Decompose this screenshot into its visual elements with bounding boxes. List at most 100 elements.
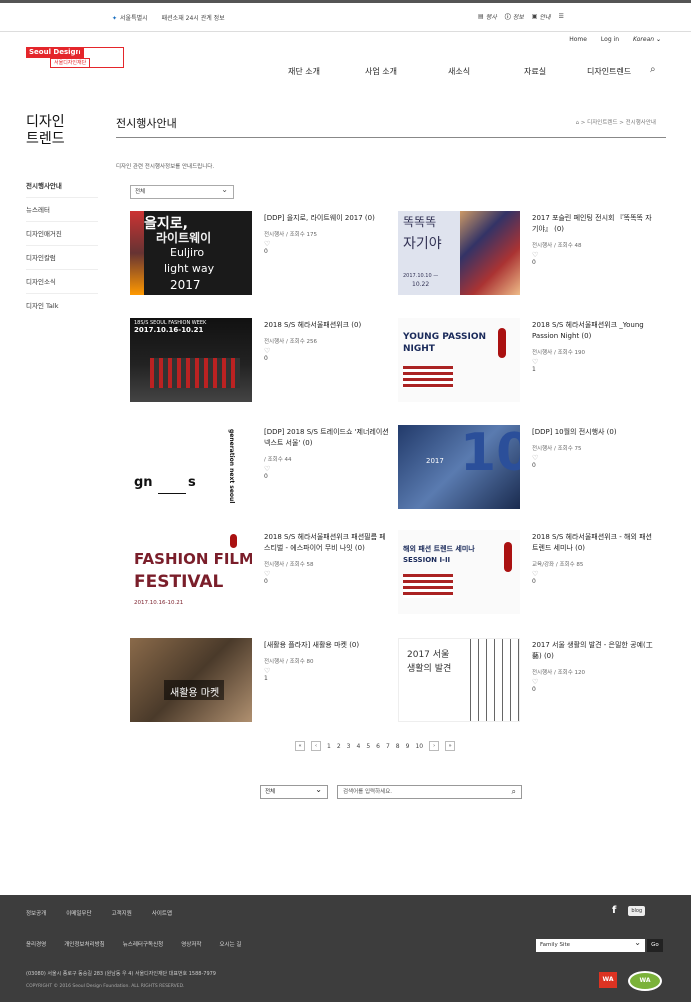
nav-foundation[interactable]: 재단 소개: [288, 66, 365, 77]
family-site-select[interactable]: Family Site: [536, 936, 645, 952]
event-thumbnail[interactable]: 똑똑똑 자기야 2017.10.10 — 10.22: [398, 211, 520, 295]
footer-link[interactable]: 고객지원: [112, 909, 132, 917]
event-card[interactable]: 10 2017 [DDP] 10월의 전시행사 (0) 전시행사 / 조회수 7…: [398, 425, 670, 521]
heart-icon[interactable]: ♡: [264, 571, 389, 578]
utility-right: ▤ 행사 ⓘ 정보 ▣ 안내 ☰: [478, 12, 564, 21]
footer-link[interactable]: 영상저작: [181, 940, 201, 948]
heart-icon[interactable]: ♡: [532, 359, 657, 366]
event-title[interactable]: [DDP] 을지로, 라이트웨이 2017 (0): [264, 213, 389, 224]
guide-shortcut[interactable]: ▣ 안내: [532, 12, 551, 21]
menu-shortcut[interactable]: ☰: [559, 12, 564, 21]
event-title[interactable]: 2018 S/S 헤라서울패션위크 - 해외 패션 트렌드 세미나 (0): [532, 532, 657, 554]
event-card[interactable]: FASHION FILM FESTIVAL 2017.10.16-10.21 2…: [130, 530, 402, 626]
event-title[interactable]: 2017 포슬린 페인팅 전시회 『똑똑똑 자기야』 (0): [532, 213, 657, 235]
footer-link[interactable]: 오시는 길: [219, 940, 241, 948]
heart-icon[interactable]: ♡: [532, 679, 657, 686]
nav-news[interactable]: 새소식: [448, 66, 524, 77]
page-link-9[interactable]: 9: [406, 743, 410, 750]
event-title[interactable]: [새활용 플라자] 새활용 마켓 (0): [264, 640, 389, 651]
last-page-button[interactable]: »: [445, 741, 456, 751]
footer-link[interactable]: 윤리경영: [26, 940, 46, 948]
poster-text: 2017: [426, 457, 444, 465]
event-thumbnail[interactable]: FASHION FILM FESTIVAL 2017.10.16-10.21: [130, 530, 252, 614]
page-link-8[interactable]: 8: [396, 743, 400, 750]
go-button[interactable]: Go: [647, 939, 663, 952]
seoul-city-link[interactable]: 서울특별시: [112, 13, 148, 22]
event-card[interactable]: YOUNG PASSION NIGHT 2018 S/S 헤라서울패션위크 _Y…: [398, 318, 670, 414]
facebook-icon[interactable]: f: [612, 905, 616, 916]
sidebar-item-exhibitions[interactable]: 전시행사안내: [26, 174, 98, 198]
event-title[interactable]: 2017 서울 생활의 발견 - 은밀한 공예(工藝) (0): [532, 640, 657, 662]
event-title[interactable]: 2018 S/S 헤라서울패션위크 패션필름 페스티벌 - 에스파이어 무비 나…: [264, 532, 389, 554]
language-select[interactable]: Korean ⌄: [633, 36, 661, 43]
page-link-3[interactable]: 3: [347, 743, 351, 750]
poster-schedule: [403, 366, 453, 388]
sidebar-item-design-talk[interactable]: 디자인 Talk: [26, 294, 98, 318]
page-link-4[interactable]: 4: [356, 743, 360, 750]
nav-archive[interactable]: 자료실: [524, 66, 587, 77]
search-input[interactable]: 검색어를 입력하세요. ⌕: [337, 785, 522, 799]
info-shortcut[interactable]: ⓘ 정보: [505, 12, 524, 21]
first-page-button[interactable]: «: [295, 741, 305, 751]
event-title[interactable]: [DDP] 10월의 전시행사 (0): [532, 427, 657, 438]
search-scope-select[interactable]: 전체: [260, 784, 328, 799]
heart-icon[interactable]: ♡: [264, 348, 389, 355]
event-thumbnail[interactable]: 18S/S SEOUL FASHION WEEK 2017.10.16-10.2…: [130, 318, 252, 402]
event-card[interactable]: 18S/S SEOUL FASHION WEEK 2017.10.16-10.2…: [130, 318, 402, 414]
event-card[interactable]: 2017 서울 생활의 발견 2017 서울 생활의 발견 - 은밀한 공예(工…: [398, 638, 670, 734]
footer-link[interactable]: 뉴스레터구독신청: [123, 940, 163, 948]
nav-design-trend[interactable]: 디자인트렌드: [587, 66, 631, 77]
like-count: 0: [264, 355, 268, 362]
event-thumbnail[interactable]: 해외 패션 트렌드 세미나 SESSION I-II: [398, 530, 520, 614]
event-card[interactable]: 을지로, 라이트웨이 Euljiro light way 2017 [DDP] …: [130, 211, 402, 307]
sidebar-item-magazine[interactable]: 디자인매거진: [26, 222, 98, 246]
page-link-5[interactable]: 5: [366, 743, 370, 750]
utility-notice-link[interactable]: 패션소재 24시 관계 정보: [162, 13, 225, 22]
event-title[interactable]: 2018 S/S 헤라서울패션위크 _Young Passion Night (…: [532, 320, 657, 342]
page-link-10[interactable]: 10: [415, 743, 423, 750]
page-link-6[interactable]: 6: [376, 743, 380, 750]
event-card[interactable]: 새활용 마켓 [새활용 플라자] 새활용 마켓 (0) 전시행사 / 조회수 8…: [130, 638, 402, 734]
footer-link[interactable]: 사이트맵: [152, 909, 172, 917]
heart-icon[interactable]: ♡: [532, 571, 657, 578]
event-thumbnail[interactable]: gn s generation next seoul: [130, 425, 252, 509]
event-thumbnail[interactable]: 새활용 마켓: [130, 638, 252, 722]
page-link-2[interactable]: 2: [337, 743, 341, 750]
heart-icon[interactable]: ♡: [264, 241, 389, 248]
event-title[interactable]: [DDP] 2018 S/S 트레이드쇼 '제너레이션 넥스트 서울' (0): [264, 427, 389, 449]
nav-business[interactable]: 사업 소개: [365, 66, 448, 77]
event-thumbnail[interactable]: 2017 서울 생활의 발견: [398, 638, 520, 722]
heart-icon[interactable]: ♡: [264, 668, 389, 675]
event-title[interactable]: 2018 S/S 헤라서울패션위크 (0): [264, 320, 389, 331]
sidebar-item-design-news[interactable]: 디자인소식: [26, 270, 98, 294]
home-link[interactable]: Home: [569, 36, 587, 43]
event-shortcut[interactable]: ▤ 행사: [478, 12, 497, 21]
prev-page-button[interactable]: ‹: [311, 741, 321, 751]
search-icon[interactable]: ⌕: [512, 786, 516, 798]
guide-icon: ▣: [531, 13, 538, 20]
heart-icon[interactable]: ♡: [264, 466, 389, 473]
search-icon[interactable]: ⌕: [650, 64, 656, 75]
footer-link[interactable]: 정보공개: [26, 909, 46, 917]
blog-icon[interactable]: blog: [628, 905, 646, 916]
footer-link[interactable]: 개인정보처리방침: [64, 940, 104, 948]
like-count: 1: [532, 366, 536, 373]
event-thumbnail[interactable]: YOUNG PASSION NIGHT: [398, 318, 520, 402]
heart-icon[interactable]: ♡: [532, 252, 657, 259]
category-filter-select[interactable]: 전체: [130, 184, 234, 199]
heart-icon[interactable]: ♡: [532, 455, 657, 462]
event-meta: 전시행사 / 조회수 256: [264, 339, 318, 345]
event-card[interactable]: 똑똑똑 자기야 2017.10.10 — 10.22 2017 포슬린 페인팅 …: [398, 211, 670, 307]
sidebar-item-column[interactable]: 디자인칼럼: [26, 246, 98, 270]
event-card[interactable]: gn s generation next seoul [DDP] 2018 S/…: [130, 425, 402, 521]
next-page-button[interactable]: ›: [429, 741, 440, 751]
page-link-1[interactable]: 1: [327, 743, 331, 750]
login-link[interactable]: Log in: [601, 36, 619, 43]
event-thumbnail[interactable]: 을지로, 라이트웨이 Euljiro light way 2017: [130, 211, 252, 295]
footer-link[interactable]: 이메일무단: [66, 909, 91, 917]
sidebar-item-newsletter[interactable]: 뉴스레터: [26, 198, 98, 222]
site-logo[interactable]: Seoul Design 서울디자인재단: [26, 47, 124, 71]
event-thumbnail[interactable]: 10 2017: [398, 425, 520, 509]
page-link-7[interactable]: 7: [386, 743, 390, 750]
event-card[interactable]: 해외 패션 트렌드 세미나 SESSION I-II 2018 S/S 헤라서울…: [398, 530, 670, 626]
